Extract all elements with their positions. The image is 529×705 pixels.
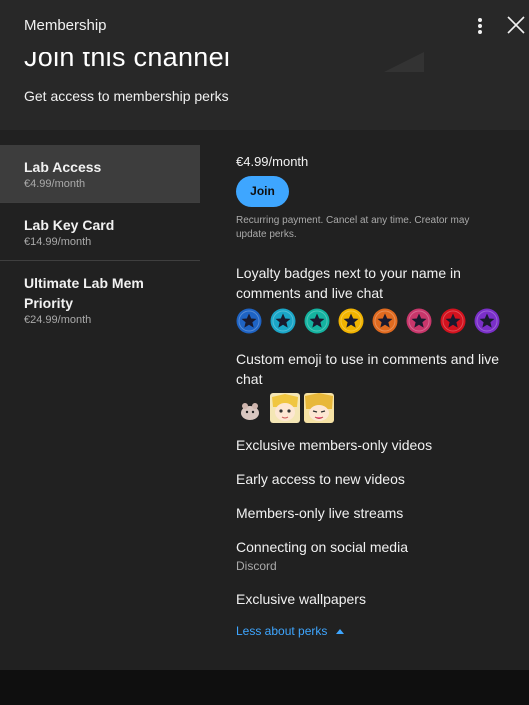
tier-price: €4.99/month (24, 178, 86, 190)
detail-price: €4.99/month (236, 154, 309, 169)
perk-exclusive-videos: Exclusive members-only videos (236, 437, 433, 453)
emoji-anime-face-1 (270, 393, 300, 423)
loyalty-badges (236, 308, 516, 334)
less-about-perks-link[interactable]: Less about perks (236, 624, 345, 638)
tier-name: Lab Key Card (24, 217, 115, 233)
perk-social-sub: Discord (236, 559, 277, 573)
star-badge-icon (474, 308, 500, 334)
perk-wallpapers: Exclusive wallpapers (236, 591, 366, 607)
star-badge-icon (304, 308, 330, 334)
star-badge-icon (440, 308, 466, 334)
perk-social-title: Connecting on social media (236, 539, 408, 555)
tier-name: Ultimate Lab Mem Priority (24, 275, 144, 311)
join-hero: Join this channel Get access to membersh… (0, 42, 529, 130)
perk-badges-title: Loyalty badges next to your name in comm… (236, 265, 461, 301)
tier-ultimate-lab-mem-priority[interactable]: Ultimate Lab Mem Priority €24.99/month (0, 261, 200, 338)
star-badge-icon (236, 308, 262, 334)
perk-live-streams: Members-only live streams (236, 505, 404, 521)
tier-lab-access[interactable]: Lab Access €4.99/month (0, 145, 200, 203)
tier-detail: €4.99/month Join Recurring payment. Canc… (236, 145, 516, 640)
custom-emoji-list (236, 393, 516, 423)
less-about-perks-label: Less about perks (236, 624, 328, 638)
emoji-anime-face-2 (304, 393, 334, 423)
join-button[interactable]: Join (236, 176, 289, 207)
chevron-up-icon (336, 628, 345, 634)
dialog-header: Membership (0, 0, 529, 52)
recurring-note: Recurring payment. Cancel at any time. C… (236, 215, 470, 240)
tier-name: Lab Access (24, 159, 102, 175)
tier-price: €24.99/month (24, 314, 92, 326)
hero-subtitle: Get access to membership perks (24, 88, 229, 104)
tier-lab-key-card[interactable]: Lab Key Card €14.99/month (0, 203, 200, 261)
dialog-title: Membership (24, 17, 107, 34)
page-footer-background (0, 670, 529, 705)
star-badge-icon (406, 308, 432, 334)
emoji-hamster (236, 393, 266, 423)
tier-list: Lab Access €4.99/month Lab Key Card €14.… (0, 145, 200, 338)
star-badge-icon (372, 308, 398, 334)
perk-early-access: Early access to new videos (236, 471, 405, 487)
tier-price: €14.99/month (24, 236, 92, 248)
star-badge-icon (338, 308, 364, 334)
close-icon[interactable] (505, 14, 527, 36)
more-options-icon[interactable] (470, 14, 490, 38)
star-badge-icon (270, 308, 296, 334)
membership-dialog: Membership Join this channel Get access … (0, 0, 529, 670)
hero-decoration (384, 52, 424, 72)
perk-emoji-title: Custom emoji to use in comments and live… (236, 351, 499, 387)
